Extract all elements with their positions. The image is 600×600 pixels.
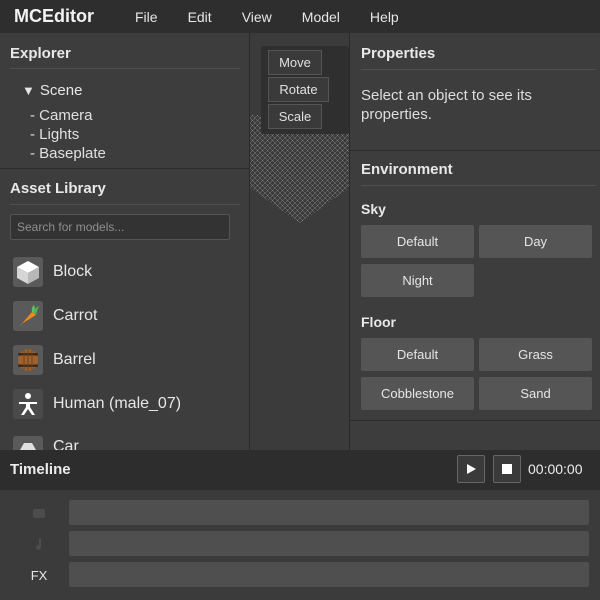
tree-item-camera[interactable]: - Camera xyxy=(30,107,93,124)
asset-label: Barrel xyxy=(53,351,96,368)
right-panel: Properties Select an object to see its p… xyxy=(349,33,600,450)
floor-default-button[interactable]: Default xyxy=(361,338,474,371)
menu-model[interactable]: Model xyxy=(302,9,340,25)
floor-cobblestone-button[interactable]: Cobblestone xyxy=(361,377,474,410)
asset-library-title: Asset Library xyxy=(10,180,106,197)
transform-toolbox: Move Rotate Scale xyxy=(261,46,349,134)
asset-item-car[interactable]: Car xyxy=(13,432,238,450)
camera-icon xyxy=(33,509,45,518)
properties-title: Properties xyxy=(361,45,436,62)
asset-library-divider xyxy=(10,204,240,205)
menu-edit[interactable]: Edit xyxy=(188,9,212,25)
stop-icon xyxy=(502,464,512,474)
menu-help[interactable]: Help xyxy=(370,9,399,25)
menu-view[interactable]: View xyxy=(242,9,272,25)
track-lane-fx[interactable] xyxy=(69,562,589,587)
properties-hint: Select an object to see its properties. xyxy=(361,87,532,123)
tree-item-scene-label: Scene xyxy=(39,82,83,99)
sky-night-button[interactable]: Night xyxy=(361,264,474,297)
rotate-tool-button[interactable]: Rotate xyxy=(268,77,329,102)
timeline-tracks: FX xyxy=(0,490,600,600)
sky-default-button[interactable]: Default xyxy=(361,225,474,258)
asset-item-barrel[interactable]: Barrel xyxy=(13,344,238,376)
panel-divider xyxy=(350,150,600,151)
app-title: MCEditor xyxy=(14,6,94,26)
explorer-divider xyxy=(10,68,240,69)
play-icon xyxy=(467,464,476,474)
music-note-icon xyxy=(36,538,42,550)
tree-item-baseplate[interactable]: - Baseplate xyxy=(30,145,106,162)
barrel-icon xyxy=(13,345,43,375)
sky-day-button[interactable]: Day xyxy=(479,225,592,258)
asset-item-carrot[interactable]: Carrot xyxy=(13,300,238,332)
asset-label: Carrot xyxy=(53,307,98,324)
environment-divider xyxy=(361,185,596,186)
panel-divider xyxy=(0,168,250,169)
asset-search-input[interactable] xyxy=(10,214,230,240)
carrot-icon xyxy=(13,301,43,331)
left-panel: Explorer ▼ Scene - Camera - Lights - Bas… xyxy=(0,33,250,450)
timecode: 00:00:00 xyxy=(528,461,583,477)
scale-tool-button[interactable]: Scale xyxy=(268,104,322,129)
track-label-camera xyxy=(24,506,54,523)
cube-icon xyxy=(13,257,43,287)
timeline-header: Timeline 00:00:00 xyxy=(0,450,600,490)
asset-label: Car xyxy=(53,438,79,450)
play-button[interactable] xyxy=(457,455,485,483)
floor-title: Floor xyxy=(361,314,396,330)
track-label-audio xyxy=(24,537,54,554)
menu-file[interactable]: File xyxy=(135,9,158,25)
viewport[interactable]: Move Rotate Scale xyxy=(250,33,349,450)
track-lane-audio[interactable] xyxy=(69,531,589,556)
asset-label: Block xyxy=(53,263,93,280)
asset-label: Human (male_07) xyxy=(53,395,182,412)
environment-title: Environment xyxy=(361,161,453,178)
explorer-title: Explorer xyxy=(10,45,71,62)
timeline-title: Timeline xyxy=(10,461,71,478)
stop-button[interactable] xyxy=(493,455,521,483)
asset-item-human[interactable]: Human (male_07) xyxy=(13,388,238,420)
tree-item-scene[interactable]: ▼ Scene xyxy=(22,82,82,99)
floor-sand-button[interactable]: Sand xyxy=(479,377,592,410)
car-icon xyxy=(13,436,43,450)
move-tool-button[interactable]: Move xyxy=(268,50,322,75)
menu-bar: MCEditor File Edit View Model Help xyxy=(0,0,600,33)
tree-item-lights[interactable]: - Lights xyxy=(30,126,79,143)
asset-item-block[interactable]: Block xyxy=(13,256,238,288)
sky-title: Sky xyxy=(361,201,386,217)
triangle-down-icon[interactable]: ▼ xyxy=(22,83,35,98)
properties-divider xyxy=(361,69,596,70)
track-label-fx: FX xyxy=(30,568,48,583)
panel-divider xyxy=(350,420,600,421)
human-icon xyxy=(13,389,43,419)
floor-grass-button[interactable]: Grass xyxy=(479,338,592,371)
track-lane-camera[interactable] xyxy=(69,500,589,525)
